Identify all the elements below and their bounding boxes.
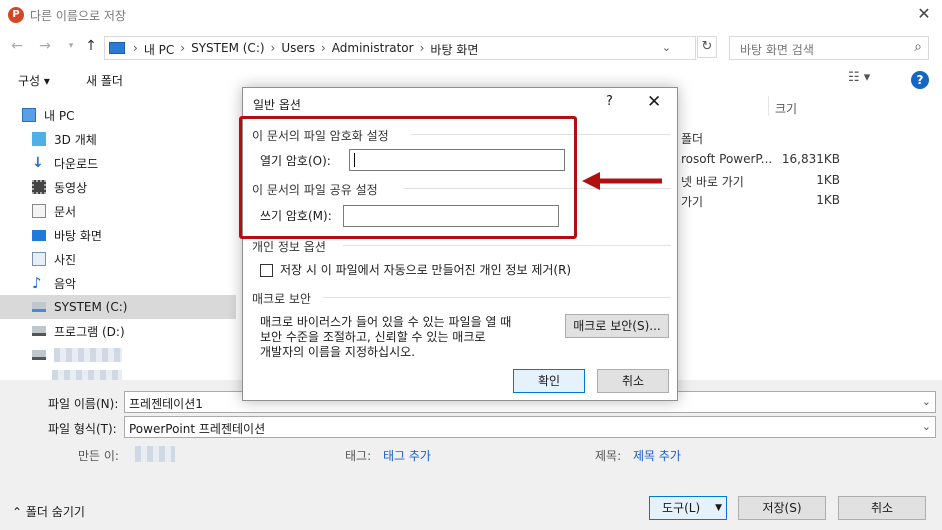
- add-tag-link[interactable]: 태그 추가: [383, 447, 431, 464]
- redacted-label: [54, 348, 122, 362]
- sidebar-item-pictures[interactable]: 사진: [0, 247, 236, 271]
- chevron-down-icon[interactable]: ⌄: [922, 420, 931, 433]
- author-label: 만든 이:: [78, 449, 119, 463]
- hide-folders-button[interactable]: ⌃ 폴더 숨기기: [12, 503, 85, 520]
- filename-label: 파일 이름(N):: [48, 397, 119, 411]
- privacy-section-heading: 개인 정보 옵션: [252, 240, 326, 254]
- breadcrumb-item[interactable]: SYSTEM (C:): [191, 41, 264, 58]
- address-bar[interactable]: › 내 PC › SYSTEM (C:) › Users › Administr…: [104, 36, 696, 60]
- drive-icon: [32, 326, 46, 336]
- ok-button[interactable]: 확인: [513, 369, 585, 393]
- chevron-down-icon: ▼: [715, 503, 722, 513]
- breadcrumb: › 내 PC › SYSTEM (C:) › Users › Administr…: [133, 41, 479, 58]
- cancel-button[interactable]: 취소: [838, 496, 926, 520]
- sidebar-item-downloads[interactable]: ↓ 다운로드: [0, 151, 236, 175]
- film-icon: [32, 180, 46, 194]
- organize-button[interactable]: 구성 ▾: [18, 72, 50, 89]
- tags-label: 태그:: [345, 449, 372, 463]
- file-size: 1KB: [816, 193, 840, 207]
- sidebar-item-videos[interactable]: 동영상: [0, 175, 236, 199]
- divider: [343, 245, 671, 246]
- sidebar-item-this-pc[interactable]: 내 PC: [0, 103, 236, 127]
- recent-chevron-icon[interactable]: ▾: [62, 36, 80, 56]
- document-icon: [32, 204, 46, 218]
- search-icon: ⌕: [914, 39, 922, 55]
- new-folder-button[interactable]: 새 폴더: [86, 72, 123, 89]
- dialog-title: 일반 옵션: [253, 98, 301, 112]
- filetype-select[interactable]: PowerPoint 프레젠테이션 ⌄: [124, 416, 936, 438]
- macro-description: 개발자의 이름을 지정하십시오.: [260, 345, 415, 359]
- annotation-arrow-icon: [582, 172, 662, 190]
- macro-section-heading: 매크로 보안: [252, 292, 312, 306]
- save-panel: 파일 이름(N): 프레젠테이션1 ⌄ 파일 형식(T): PowerPoint…: [0, 380, 942, 530]
- back-arrow-icon[interactable]: ←: [8, 36, 26, 56]
- picture-icon: [32, 252, 46, 266]
- remove-personal-info-label[interactable]: 저장 시 이 파일에서 자동으로 만들어진 개인 정보 제거(R): [280, 261, 571, 279]
- sidebar-item-desktop[interactable]: 바탕 화면: [0, 223, 236, 247]
- file-size: 1KB: [816, 173, 840, 187]
- powerpoint-icon: P: [8, 7, 24, 23]
- refresh-icon[interactable]: ↻: [697, 36, 717, 58]
- sidebar-item-blurred[interactable]: [0, 343, 236, 367]
- sidebar-item-program-d[interactable]: 프로그램 (D:): [0, 319, 236, 343]
- file-name[interactable]: 가기: [681, 193, 703, 210]
- close-icon[interactable]: ✕: [914, 4, 934, 24]
- file-name[interactable]: rosoft PowerP...: [681, 152, 772, 166]
- file-size: 16,831KB: [781, 152, 840, 166]
- forward-arrow-icon[interactable]: →: [36, 36, 54, 56]
- sidebar-item-system-c[interactable]: SYSTEM (C:): [0, 295, 236, 319]
- remove-personal-info-checkbox[interactable]: [260, 264, 273, 277]
- search-input[interactable]: 바탕 화면 검색 ⌕: [729, 36, 929, 60]
- dialog-help-icon[interactable]: ?: [606, 94, 613, 109]
- title-bar: P 다른 이름으로 저장 ✕: [0, 0, 942, 30]
- breadcrumb-item[interactable]: 바탕 화면: [430, 41, 478, 58]
- desktop-icon: [32, 229, 46, 241]
- file-name[interactable]: 넷 바로 가기: [681, 173, 744, 190]
- add-title-link[interactable]: 제목 추가: [633, 447, 681, 464]
- macro-security-button[interactable]: 매크로 보안(S)...: [565, 314, 669, 338]
- view-options-icon[interactable]: ☷ ▾: [848, 70, 870, 85]
- column-divider: [768, 96, 769, 116]
- dialog-close-icon[interactable]: ✕: [647, 92, 661, 112]
- chevron-down-icon[interactable]: ⌄: [662, 41, 671, 54]
- sidebar-item-music[interactable]: ♪ 음악: [0, 271, 236, 295]
- help-icon[interactable]: ?: [911, 71, 929, 89]
- download-arrow-icon: ↓: [32, 155, 44, 171]
- window-title: 다른 이름으로 저장: [30, 9, 126, 23]
- annotation-highlight-box: [239, 116, 577, 239]
- chevron-down-icon[interactable]: ⌄: [922, 395, 931, 408]
- file-name[interactable]: 폴더: [681, 130, 703, 147]
- filetype-label: 파일 형식(T):: [48, 422, 117, 436]
- breadcrumb-item[interactable]: 내 PC: [144, 41, 174, 58]
- sidebar-item-3d-objects[interactable]: 3D 개체: [0, 127, 236, 151]
- cube-icon: [32, 132, 46, 146]
- drive-icon: [32, 302, 46, 312]
- save-button[interactable]: 저장(S): [738, 496, 826, 520]
- music-note-icon: ♪: [32, 274, 42, 292]
- computer-icon: [109, 42, 125, 54]
- drive-icon: [32, 350, 46, 360]
- tools-button[interactable]: 도구(L) ▼: [649, 496, 727, 520]
- navigation-pane: 내 PC 3D 개체 ↓ 다운로드 동영상 문서 바탕 화면 사진 ♪ 음악 S…: [0, 100, 236, 382]
- breadcrumb-item[interactable]: Users: [281, 41, 315, 58]
- sidebar-item-documents[interactable]: 문서: [0, 199, 236, 223]
- computer-icon: [22, 108, 36, 122]
- title-label: 제목:: [595, 449, 622, 463]
- redacted-author[interactable]: [135, 446, 175, 462]
- divider: [323, 297, 671, 298]
- breadcrumb-item[interactable]: Administrator: [332, 41, 414, 58]
- chevron-up-icon: ⌃: [12, 505, 23, 519]
- up-arrow-icon[interactable]: ↑: [82, 36, 100, 56]
- dialog-cancel-button[interactable]: 취소: [597, 369, 669, 393]
- size-column-header[interactable]: 크기: [775, 100, 797, 117]
